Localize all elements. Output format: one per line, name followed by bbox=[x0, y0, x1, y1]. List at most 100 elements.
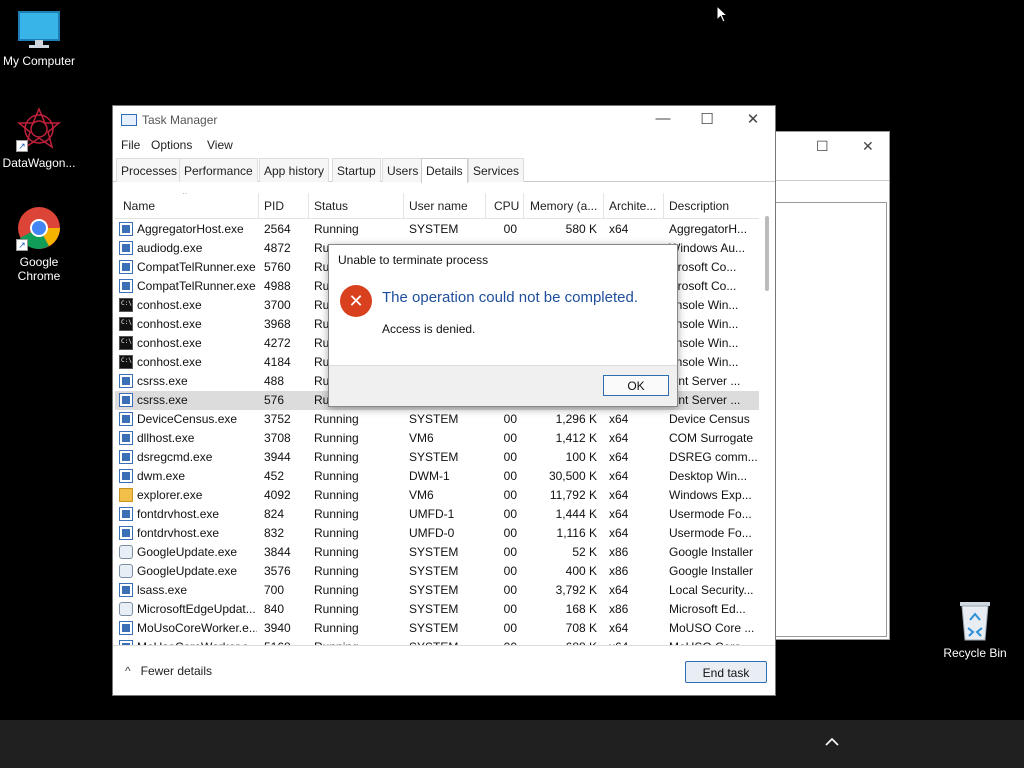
desktop-icon-datawagon[interactable]: ↗ DataWagon... bbox=[0, 106, 78, 170]
column-separator[interactable] bbox=[308, 193, 309, 219]
console-icon bbox=[119, 317, 133, 331]
column-header-memory[interactable]: Memory (a... bbox=[530, 199, 602, 219]
column-separator[interactable] bbox=[663, 193, 664, 219]
table-row[interactable]: dsregcmd.exe 3944 Running SYSTEM 00 100 K x64 D… bbox=[115, 448, 759, 467]
desktop-icon-google-chrome[interactable]: ↗ Google Chrome bbox=[0, 205, 78, 283]
column-header-architecture[interactable]: Archite... bbox=[609, 199, 665, 219]
cell-arch: x64 bbox=[609, 488, 629, 502]
ok-button[interactable]: OK bbox=[603, 375, 669, 396]
maximize-icon[interactable]: ☐ bbox=[695, 110, 719, 130]
cell-desc: onsole Win... bbox=[669, 355, 739, 369]
cell-name: fontdrvhost.exe bbox=[137, 507, 220, 521]
tab-bar: Processes Performance App history Startu… bbox=[113, 156, 775, 183]
close-icon[interactable]: ✕ bbox=[862, 138, 874, 155]
column-separator[interactable] bbox=[403, 193, 404, 219]
cell-status: Running bbox=[314, 564, 359, 578]
tab-app-history[interactable]: App history bbox=[259, 158, 330, 182]
title-bar[interactable]: Task Manager — ☐ ✕ bbox=[113, 106, 775, 134]
column-separator[interactable] bbox=[485, 193, 486, 219]
process-icon bbox=[119, 564, 133, 578]
cell-user: SYSTEM bbox=[409, 621, 459, 635]
cell-arch: x64 bbox=[609, 526, 629, 540]
table-row[interactable]: MoUsoCoreWorker.e... 3940 Running SYSTEM 00 7… bbox=[115, 619, 759, 638]
desktop-icon-recycle-bin[interactable]: Recycle Bin bbox=[936, 598, 1014, 660]
cell-arch: x64 bbox=[609, 507, 629, 521]
tab-details[interactable]: Details bbox=[421, 158, 468, 183]
column-header-user-name[interactable]: User name bbox=[409, 199, 489, 219]
table-row[interactable]: fontdrvhost.exe 824 Running UMFD-1 00 1,444 K… bbox=[115, 505, 759, 524]
cell-arch: x86 bbox=[609, 545, 629, 559]
cell-name: CompatTelRunner.exe bbox=[137, 260, 256, 274]
cell-user: SYSTEM bbox=[409, 450, 459, 464]
column-header-name[interactable]: Name bbox=[123, 199, 253, 219]
cell-pid: 832 bbox=[264, 526, 285, 540]
cell-pid: 2564 bbox=[264, 222, 291, 236]
shortcut-arrow-icon: ↗ bbox=[16, 239, 28, 251]
table-row[interactable]: dllhost.exe 3708 Running VM6 00 1,412 K x64 COM… bbox=[115, 429, 759, 448]
cell-name: DeviceCensus.exe bbox=[137, 412, 238, 426]
chrome-icon: ↗ bbox=[16, 205, 62, 251]
cell-name: GoogleUpdate.exe bbox=[137, 545, 238, 559]
cell-desc: Usermode Fo... bbox=[669, 507, 752, 521]
cell-pid: 452 bbox=[264, 469, 285, 483]
cell-user: SYSTEM bbox=[409, 222, 459, 236]
column-header-pid[interactable]: PID bbox=[264, 199, 304, 219]
column-separator[interactable] bbox=[258, 193, 259, 219]
cell-arch: x64 bbox=[609, 450, 629, 464]
minimize-icon[interactable]: — bbox=[651, 110, 675, 130]
process-icon bbox=[119, 469, 133, 483]
tab-users[interactable]: Users bbox=[382, 158, 424, 182]
tab-services[interactable]: Services bbox=[468, 158, 525, 182]
cell-desc: ient Server ... bbox=[669, 374, 741, 388]
column-header-cpu[interactable]: CPU bbox=[494, 199, 524, 219]
cell-desc: Google Installer bbox=[669, 564, 754, 578]
tab-startup[interactable]: Startup bbox=[332, 158, 381, 182]
menu-view[interactable]: View bbox=[207, 138, 233, 152]
tab-processes[interactable]: Processes bbox=[116, 158, 183, 182]
process-icon bbox=[119, 602, 133, 616]
chevron-up-icon[interactable] bbox=[822, 734, 842, 754]
table-row[interactable]: AggregatorHost.exe 2564 Running SYSTEM 00 580… bbox=[115, 220, 759, 239]
menu-options[interactable]: Options bbox=[151, 138, 192, 152]
cell-status: Running bbox=[314, 507, 359, 521]
column-separator[interactable] bbox=[603, 193, 604, 219]
background-window[interactable]: ☐ ✕ bbox=[775, 131, 890, 640]
table-row[interactable]: dwm.exe 452 Running DWM-1 00 30,500 K x64 Deskt… bbox=[115, 467, 759, 486]
cell-cpu: 00 bbox=[503, 621, 517, 635]
column-header-description[interactable]: Description bbox=[669, 199, 755, 219]
cell-mem: 52 K bbox=[572, 545, 597, 559]
cell-mem: 100 K bbox=[565, 450, 597, 464]
table-row[interactable]: fontdrvhost.exe 832 Running UMFD-0 00 1,116 K… bbox=[115, 524, 759, 543]
datawagon-icon: ↗ bbox=[16, 106, 62, 152]
console-icon bbox=[119, 336, 133, 350]
end-task-button[interactable]: End task bbox=[685, 661, 767, 683]
table-row[interactable]: GoogleUpdate.exe 3844 Running SYSTEM 00 52 K x… bbox=[115, 543, 759, 562]
fewer-details-button[interactable]: ^ Fewer details bbox=[125, 664, 212, 678]
cell-pid: 4272 bbox=[264, 336, 291, 350]
cell-cpu: 00 bbox=[503, 450, 517, 464]
column-separator[interactable] bbox=[523, 193, 524, 219]
menu-file[interactable]: File bbox=[121, 138, 140, 152]
close-icon[interactable]: ✕ bbox=[741, 110, 765, 130]
menu-bar: File Options View bbox=[113, 134, 775, 156]
cell-cpu: 00 bbox=[503, 583, 517, 597]
table-row[interactable]: DeviceCensus.exe 3752 Running SYSTEM 00 1,296… bbox=[115, 410, 759, 429]
column-header-status[interactable]: Status bbox=[314, 199, 404, 219]
cell-arch: x64 bbox=[609, 412, 629, 426]
cell-desc: AggregatorH... bbox=[669, 222, 748, 236]
cell-user: VM6 bbox=[409, 488, 434, 502]
table-row[interactable]: lsass.exe 700 Running SYSTEM 00 3,792 K x64 Loc… bbox=[115, 581, 759, 600]
cell-name: MicrosoftEdgeUpdat... bbox=[137, 602, 256, 616]
cell-mem: 3,792 K bbox=[555, 583, 597, 597]
maximize-icon[interactable]: ☐ bbox=[816, 138, 829, 155]
table-row[interactable]: explorer.exe 4092 Running VM6 00 11,792 K x64 W… bbox=[115, 486, 759, 505]
desktop-icon-my-computer[interactable]: My Computer bbox=[0, 10, 78, 68]
vertical-scrollbar[interactable] bbox=[765, 216, 769, 291]
process-icon bbox=[119, 260, 133, 274]
table-row[interactable]: MicrosoftEdgeUpdat... 840 Running SYSTEM 00 1… bbox=[115, 600, 759, 619]
table-row[interactable]: GoogleUpdate.exe 3576 Running SYSTEM 00 400 K… bbox=[115, 562, 759, 581]
cell-arch: x64 bbox=[609, 621, 629, 635]
task-manager-icon bbox=[121, 114, 137, 126]
tab-performance[interactable]: Performance bbox=[179, 158, 258, 182]
process-icon bbox=[119, 507, 133, 521]
